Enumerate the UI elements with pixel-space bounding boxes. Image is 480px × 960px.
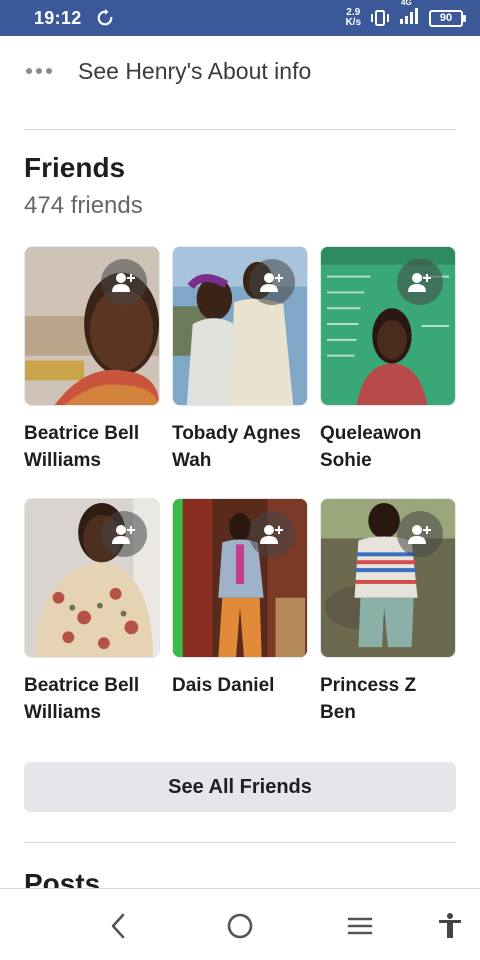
friend-card[interactable]: Beatrice Bell Williams [24, 498, 160, 726]
accessibility-button[interactable] [435, 911, 465, 941]
divider [24, 129, 456, 130]
status-time: 19:12 [34, 7, 82, 28]
home-button[interactable] [225, 911, 255, 941]
friend-card[interactable]: Tobady Agnes Wah [172, 246, 308, 474]
friend-photo[interactable] [320, 498, 456, 658]
vibrate-icon [371, 10, 389, 26]
add-friend-button[interactable] [397, 259, 443, 305]
friend-photo[interactable] [320, 246, 456, 406]
add-friend-button[interactable] [101, 259, 147, 305]
home-icon [227, 913, 253, 939]
friend-name[interactable]: Princess Z Ben [320, 672, 456, 726]
back-button[interactable] [104, 911, 134, 941]
friend-name[interactable]: Beatrice Bell Williams [24, 420, 160, 474]
add-friend-icon [112, 273, 135, 292]
friend-photo[interactable] [172, 498, 308, 658]
add-friend-icon [408, 525, 431, 544]
network-type: 4G [401, 0, 412, 7]
add-friend-icon [408, 273, 431, 292]
friend-name[interactable]: Dais Daniel [172, 672, 308, 699]
sync-icon [97, 9, 112, 26]
accessibility-icon [439, 913, 461, 938]
more-dots-icon [26, 68, 56, 74]
battery-indicator: 90 [429, 9, 466, 27]
see-all-friends-button[interactable]: See All Friends [24, 762, 456, 812]
add-friend-button[interactable] [101, 511, 147, 557]
friends-section-title: Friends [24, 152, 126, 183]
signal-strength: 4G [399, 0, 421, 30]
status-bar: 19:12 2.9 K/s 4G 90 [0, 0, 480, 36]
add-friend-button[interactable] [249, 259, 295, 305]
friend-photo[interactable] [24, 246, 160, 406]
friend-name[interactable]: Tobady Agnes Wah [172, 420, 308, 474]
divider [24, 842, 456, 843]
signal-icon [400, 7, 418, 24]
system-navigation-bar [0, 888, 480, 960]
network-speed: 2.9 K/s [345, 7, 361, 28]
add-friend-icon [260, 273, 283, 292]
friend-card[interactable]: Dais Daniel [172, 498, 308, 699]
friend-photo[interactable] [172, 246, 308, 406]
see-about-info-row[interactable]: See Henry's About info [0, 44, 480, 98]
friend-card[interactable]: Beatrice Bell Williams [24, 246, 160, 474]
friend-card[interactable]: Queleawon Sohie [320, 246, 456, 474]
posts-section-title: Posts [24, 868, 101, 890]
friend-card[interactable]: Princess Z Ben [320, 498, 456, 726]
friend-photo[interactable] [24, 498, 160, 658]
battery-level: 90 [429, 9, 463, 27]
recents-icon [347, 917, 373, 935]
friends-count: 474 friends [24, 192, 143, 219]
recents-button[interactable] [345, 911, 375, 941]
friend-name[interactable]: Queleawon Sohie [320, 420, 456, 474]
add-friend-icon [112, 525, 135, 544]
see-about-info-label: See Henry's About info [78, 57, 312, 84]
back-icon [111, 913, 125, 939]
add-friend-icon [260, 525, 283, 544]
add-friend-button[interactable] [397, 511, 443, 557]
friend-name[interactable]: Beatrice Bell Williams [24, 672, 160, 726]
add-friend-button[interactable] [249, 511, 295, 557]
